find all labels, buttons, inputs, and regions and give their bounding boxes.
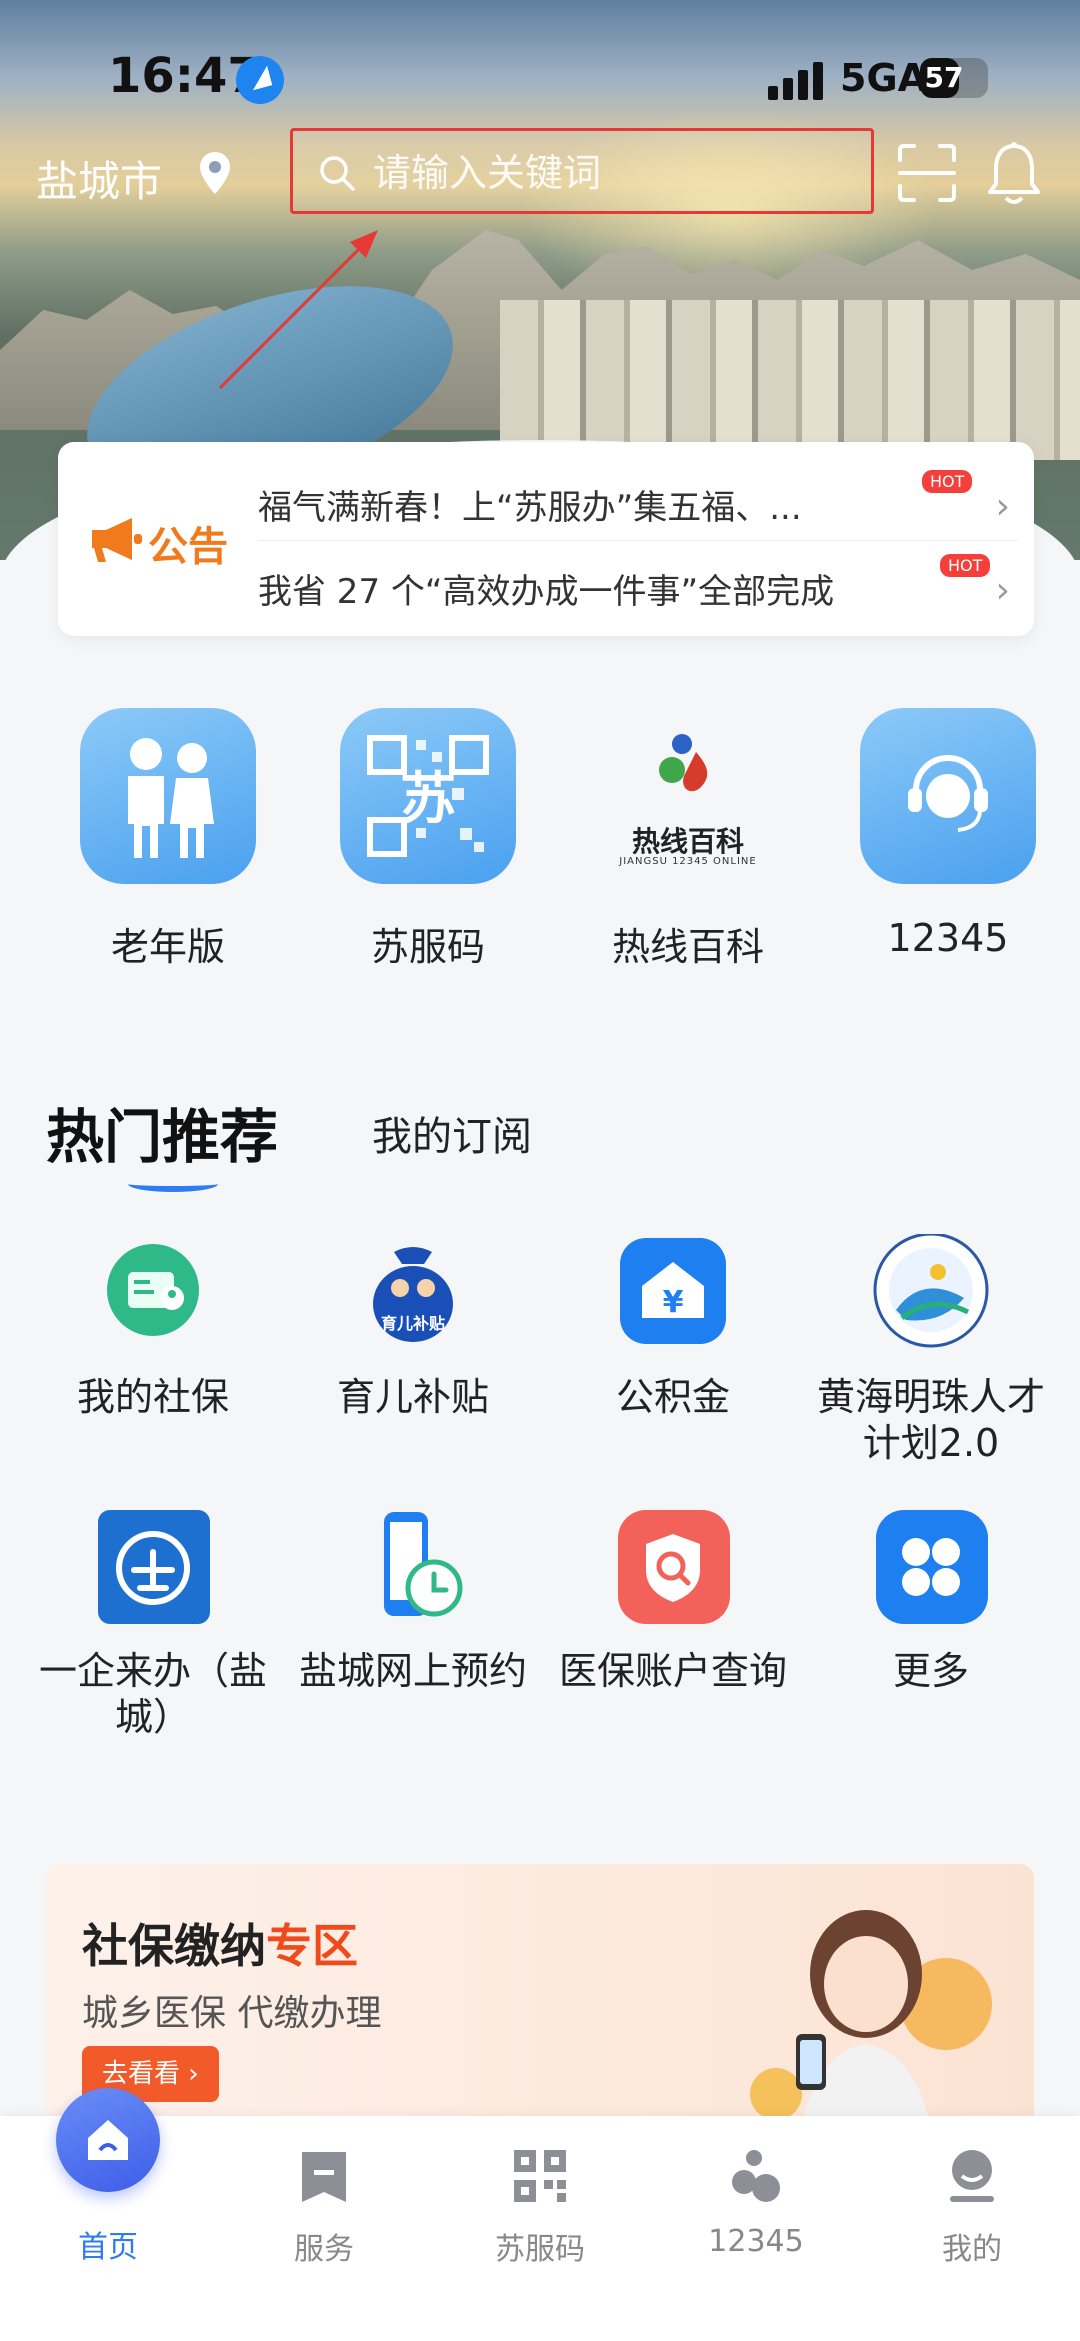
bookmark-icon [302,2152,346,2202]
more-grid-icon [872,1508,990,1626]
chevron-right-icon: › [995,570,1010,611]
service-childcare-subsidy[interactable]: 育儿补贴 育儿补贴 [288,1234,538,1420]
banner-title-main: 社保缴纳 [82,1919,266,1973]
banner-title-highlight: 专区 [266,1919,358,1973]
quick-action-hotline[interactable]: 热线百科 JIANGSU 12345 ONLINE 热线百科 [598,708,778,971]
search-icon [320,156,355,191]
service-label: 黄海明珠人才计划2.0 [816,1375,1045,1465]
service-label: 一企来办（盐城） [38,1649,267,1739]
signal-icon [768,60,824,100]
quick-action-12345[interactable]: 12345 [858,708,1038,960]
quick-action-label: 苏服码 [370,925,485,969]
home-icon[interactable] [56,2088,160,2192]
hotline-encyclopedia-logo: 热线百科 JIANGSU 12345 ONLINE [600,708,776,884]
profile-icon [950,2150,994,2202]
notice-divider [258,540,1018,541]
service-label: 育儿补贴 [336,1375,489,1419]
quick-action-label: 热线百科 [611,925,764,969]
notice-item[interactable]: 我省 27 个“高效办成一件事”全部完成 HOT › [258,554,1018,624]
hotline-icon [732,2150,780,2202]
chevron-right-icon: › [995,486,1010,527]
childcare-subsidy-icon: 育儿补贴 [354,1234,472,1352]
nav-label: 服务 [294,2232,354,2267]
nav-qr[interactable]: 苏服码 [460,2146,620,2268]
svg-text:¥: ¥ [663,1285,684,1320]
nav-label: 首页 [78,2230,138,2265]
hot-badge: HOT [922,470,973,493]
scan-icon[interactable] [896,142,958,204]
battery-level: 57 [924,61,964,94]
elderly-couple-icon [80,708,256,884]
notice-label: 公告 [148,524,228,570]
notice-card: 公告 福气满新春！上“苏服办”集五福、... HOT › 我省 27 个“高效办… [58,442,1034,636]
nav-label: 12345 [708,2224,804,2259]
service-more[interactable]: 更多 [806,1508,1056,1694]
housing-fund-icon: ¥ [614,1234,732,1352]
quick-action-elderly[interactable]: 老年版 [78,708,258,971]
service-label: 我的社保 [76,1375,229,1419]
notice-text: 我省 27 个“高效办成一件事”全部完成 [258,572,835,612]
svg-text:苏: 苏 [400,767,456,832]
notice-text: 福气满新春！上“苏服办”集五福、... [258,488,802,528]
network-type: 5GA [840,56,928,100]
nav-12345[interactable]: 12345 [676,2146,836,2259]
nav-label: 苏服码 [495,2232,585,2267]
hotline-logo-subtext: JIANGSU 12345 ONLINE [619,856,757,867]
bottom-nav: 首页 服务 苏服码 12345 我的 [0,2088,1080,2341]
banner-title: 社保缴纳专区 [82,1910,358,1976]
medical-insurance-search-icon [614,1508,732,1626]
banner-subtitle: 城乡医保 代缴办理 [82,1993,382,2034]
service-social-security[interactable]: 我的社保 [28,1234,278,1420]
qr-code-icon: 苏 [340,708,516,884]
search-input[interactable] [371,145,855,201]
one-enterprise-icon [94,1508,212,1626]
social-security-card-icon [94,1234,212,1352]
battery-icon: 57 [920,58,988,98]
phone-clock-icon [354,1508,472,1626]
service-label: 医保账户查询 [558,1649,787,1693]
hotline-logo-text: 热线百科 [631,825,744,858]
city-selector[interactable]: 盐城市 [36,148,162,209]
city-buildings [500,300,1080,460]
search-bar[interactable] [290,128,874,214]
location-pin-icon[interactable] [198,150,232,196]
childcare-icon-text: 育儿补贴 [380,1314,445,1333]
location-arrow-icon [236,56,284,104]
service-one-enterprise[interactable]: 一企来办（盐城） [28,1508,278,1740]
active-tab-indicator [128,1176,218,1192]
quick-action-label: 老年版 [110,925,225,969]
quick-action-label: 12345 [887,916,1009,960]
quick-action-qr[interactable]: 苏 苏服码 [338,708,518,971]
annotation-arrow [218,230,378,390]
megaphone-icon [92,518,142,562]
service-yellow-sea-pearl[interactable]: 黄海明珠人才计划2.0 [806,1232,1056,1466]
service-label: 盐城网上预约 [298,1649,527,1693]
yellow-sea-pearl-logo [872,1232,990,1352]
service-label: 公积金 [615,1375,730,1419]
service-medical-insurance[interactable]: 医保账户查询 [548,1508,798,1694]
nav-label: 我的 [942,2232,1002,2267]
nav-services[interactable]: 服务 [244,2146,404,2268]
tab-my-subscriptions[interactable]: 我的订阅 [372,1104,532,1162]
nav-profile[interactable]: 我的 [892,2146,1052,2268]
hot-badge: HOT [940,554,991,577]
service-label: 更多 [892,1649,969,1693]
nav-home[interactable]: 首页 [28,2222,188,2266]
tab-hot-recommend[interactable]: 热门推荐 [46,1090,278,1174]
qr-code-icon [514,2150,566,2202]
service-housing-fund[interactable]: ¥ 公积金 [548,1234,798,1420]
headset-agent-icon [860,708,1036,884]
notice-item[interactable]: 福气满新春！上“苏服办”集五福、... HOT › [258,470,1018,540]
service-online-booking[interactable]: 盐城网上预约 [288,1508,538,1694]
bell-icon[interactable] [982,140,1046,208]
